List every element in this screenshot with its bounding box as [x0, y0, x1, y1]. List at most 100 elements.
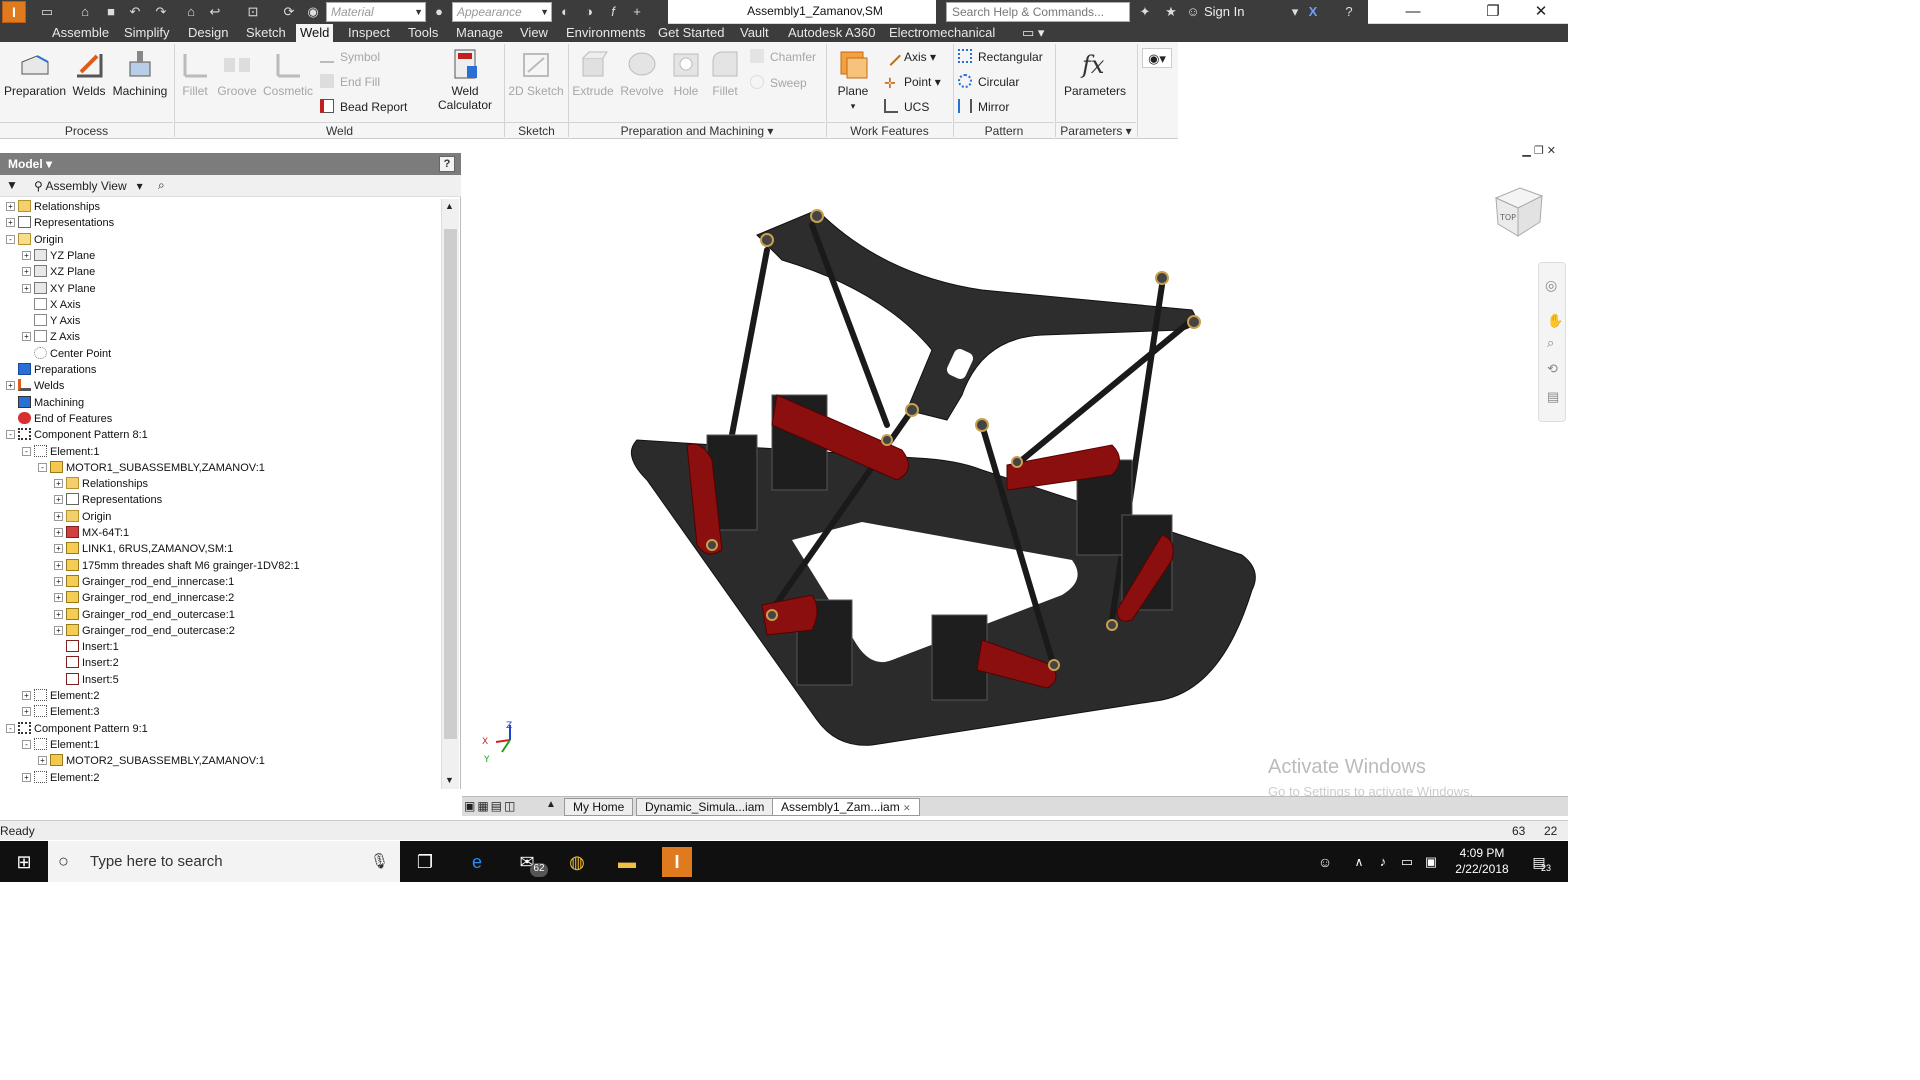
orbit-icon[interactable]: ⟲ [1547, 361, 1558, 377]
groove-weld-button[interactable]: Groove [216, 48, 258, 98]
expand-icon[interactable]: + [22, 267, 31, 277]
tree-node-element-2[interactable]: + Element:2 [22, 770, 100, 786]
tree-node-preparations[interactable]: Preparations [6, 362, 96, 378]
tab-environments[interactable]: Environments [562, 24, 649, 42]
browser-header[interactable]: Model ▾ ? [0, 153, 461, 175]
tree-node-element-2[interactable]: + Element:2 [22, 688, 100, 704]
scroll-up-icon[interactable]: ▲ [445, 201, 454, 211]
tree-node-xy-plane[interactable]: + XY Plane [22, 281, 96, 297]
mirror-button[interactable]: Mirror [958, 98, 1009, 116]
network-icon[interactable]: ▣ [1416, 847, 1446, 877]
return-icon[interactable]: ↩ [206, 3, 224, 21]
tree-node-motor2-subassembly-zamanov-1[interactable]: + MOTOR2_SUBASSEMBLY,ZAMANOV:1 [38, 753, 265, 769]
tab-view[interactable]: View [516, 24, 552, 42]
taskbar-search-input[interactable]: ○ Type here to search 🎙 [48, 841, 400, 882]
browser-help-icon[interactable]: ? [439, 156, 455, 172]
parameters-panel-label[interactable]: Parameters ▾ [1056, 122, 1136, 139]
viewcube[interactable]: TOP [1486, 180, 1548, 242]
tree-node-component-pattern-8-1[interactable]: - Component Pattern 8:1 [6, 427, 148, 443]
expand-icon[interactable]: + [22, 250, 31, 260]
expand-icon[interactable]: + [54, 593, 63, 603]
welds-button[interactable]: Welds [70, 48, 108, 98]
tree-node-welds[interactable]: + Welds [6, 378, 64, 394]
tree-node-link1-6rus-zamanov-sm-1[interactable]: + LINK1, 6RUS,ZAMANOV,SM:1 [54, 541, 233, 557]
tree-node-insert-5[interactable]: Insert:5 [54, 672, 119, 688]
tree-node-relationships[interactable]: + Relationships [6, 199, 100, 215]
ribbon-customize-icon[interactable]: ◉▾ [1142, 48, 1172, 68]
tree-node-representations[interactable]: + Representations [54, 492, 162, 508]
sign-in-dropdown-icon[interactable]: ▾ [1286, 3, 1304, 21]
tree-node-grainger-rod-end-innercase-2[interactable]: + Grainger_rod_end_innercase:2 [54, 590, 234, 606]
tree-node-insert-1[interactable]: Insert:1 [54, 639, 119, 655]
tree-node-x-axis[interactable]: X Axis [22, 297, 81, 313]
color-wheel-icon[interactable]: ◉ [304, 3, 322, 21]
cosmetic-weld-button[interactable]: Cosmetic [262, 48, 314, 98]
app-menu-button[interactable]: I [2, 1, 26, 23]
axis-button[interactable]: Axis ▾ [881, 46, 936, 66]
expand-icon[interactable]: + [54, 495, 63, 505]
user-icon[interactable]: ☺ [1184, 3, 1202, 21]
tree-node-mx-64t-1[interactable]: + MX-64T:1 [54, 525, 129, 541]
collapse-icon[interactable]: - [6, 234, 15, 244]
tree-node-representations[interactable]: + Representations [6, 215, 114, 231]
tab-assemble[interactable]: Assemble [48, 24, 113, 42]
zoom-icon[interactable]: ⌕ [1547, 335, 1554, 351]
tree-node-yz-plane[interactable]: + YZ Plane [22, 248, 95, 264]
preparation-button[interactable]: Preparation [2, 48, 68, 98]
home-icon[interactable]: ⌂ [182, 3, 200, 21]
symbol-button[interactable]: Symbol [320, 48, 380, 66]
ribbon-options-icon[interactable]: ▭ ▾ [1018, 24, 1048, 42]
search-help-input[interactable]: Search Help & Commands... [946, 2, 1130, 22]
hole-button[interactable]: Hole [668, 48, 704, 98]
tree-node-grainger-rod-end-outercase-1[interactable]: + Grainger_rod_end_outercase:1 [54, 607, 235, 623]
doc-tab-dynamic-simulation[interactable]: Dynamic_Simula...iam [636, 798, 774, 816]
appearance-icon[interactable]: ● [430, 3, 448, 21]
tree-node-element-1[interactable]: - Element:1 [22, 737, 100, 753]
tree-node-machining[interactable]: Machining [6, 395, 84, 411]
collapse-icon[interactable]: - [6, 723, 15, 733]
new-icon[interactable]: ▭ [38, 3, 56, 21]
expand-icon[interactable]: + [54, 528, 63, 537]
expand-icon[interactable]: + [22, 332, 31, 342]
tab-weld[interactable]: Weld [296, 24, 334, 42]
microphone-icon[interactable]: 🎙 [370, 841, 389, 882]
tree-node-insert-2[interactable]: Insert:2 [54, 655, 119, 671]
tree-node-grainger-rod-end-outercase-2[interactable]: + Grainger_rod_end_outercase:2 [54, 623, 235, 639]
assembly-view-dropdown[interactable]: ⚲ Assembly View ▾ [34, 179, 143, 193]
assembly-model[interactable]: Z X Y [462, 140, 1568, 796]
collapse-icon[interactable]: - [6, 430, 15, 440]
update-icon[interactable]: ⟳ [280, 3, 298, 21]
tree-node-xz-plane[interactable]: + XZ Plane [22, 264, 95, 280]
tree-node-center-point[interactable]: Center Point [22, 346, 111, 362]
select-icon[interactable]: ⊡ [244, 3, 262, 21]
material-dropdown[interactable]: Material ▼ [326, 2, 426, 22]
help-icon[interactable]: ? [1340, 3, 1358, 21]
filter-icon[interactable]: ▼ [6, 178, 18, 192]
expand-icon[interactable]: + [54, 576, 63, 586]
open-icon[interactable]: ⌂ [76, 3, 94, 21]
edge-icon[interactable]: e [462, 847, 492, 877]
tab-inspect[interactable]: Inspect [344, 24, 394, 42]
appearance-dropdown[interactable]: Appearance ▼ [452, 2, 552, 22]
browser-scrollbar[interactable]: ▲ ▼ [441, 199, 459, 789]
end-fill-button[interactable]: End Fill [320, 73, 380, 91]
find-icon[interactable]: ⌕ [158, 178, 165, 193]
steering-wheel-icon[interactable]: ◎ [1545, 277, 1557, 294]
tree-node-element-1[interactable]: - Element:1 [22, 444, 100, 460]
collapse-icon[interactable]: - [22, 739, 31, 749]
task-view-icon[interactable]: ❐ [410, 847, 440, 877]
sign-in-link[interactable]: Sign In [1204, 4, 1244, 19]
circular-pattern-button[interactable]: Circular [958, 73, 1019, 91]
tree-node-origin[interactable]: - Origin [6, 232, 63, 248]
tree-node-element-3[interactable]: + Element:3 [22, 704, 100, 720]
clear-appearance-icon[interactable]: ◐ [556, 3, 574, 21]
save-icon[interactable]: ■ [102, 3, 120, 21]
tree-node-175mm-threades-shaft-m6-grainger-1dv82-1[interactable]: +175mm threades shaft M6 grainger-1DV82:… [54, 558, 300, 574]
tab-tools[interactable]: Tools [404, 24, 442, 42]
tree-node-z-axis[interactable]: + Z Axis [22, 329, 80, 345]
fillet-button[interactable]: Fillet [706, 48, 744, 98]
plane-dropdown-icon[interactable]: ▾ [851, 101, 856, 111]
chrome-icon[interactable]: ◍ [562, 847, 592, 877]
tree-node-grainger-rod-end-innercase-1[interactable]: + Grainger_rod_end_innercase:1 [54, 574, 234, 590]
plane-button[interactable]: Plane ▾ [830, 48, 876, 112]
